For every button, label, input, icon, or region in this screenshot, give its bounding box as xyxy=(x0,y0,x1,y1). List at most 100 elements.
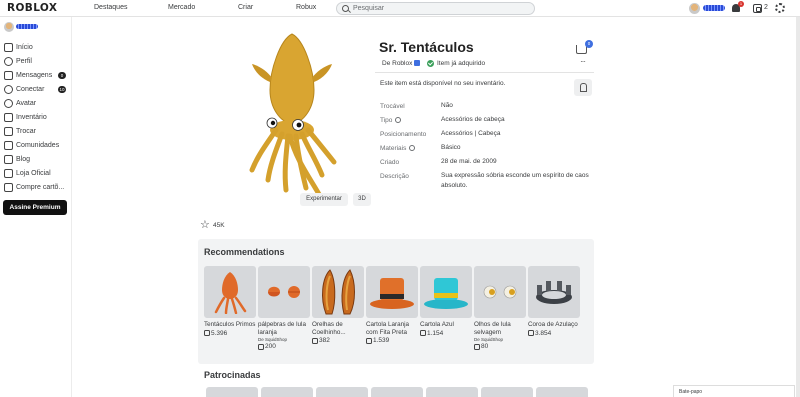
item-title: Sr. Tentáculos xyxy=(379,39,474,55)
try-on-button[interactable]: Experimentar xyxy=(300,193,348,206)
detail-value-placement[interactable]: Acessórios | Cabeça xyxy=(441,129,601,139)
detail-label-description: Descrição xyxy=(380,173,409,180)
sponsored-thumbnail[interactable] xyxy=(536,387,588,397)
detail-value-created: 28 de mai. de 2009 xyxy=(441,158,497,165)
sidebar-item-profile[interactable]: Perfil xyxy=(4,55,70,67)
sponsored-thumbnail[interactable] xyxy=(481,387,533,397)
nav-marketplace[interactable]: Mercado xyxy=(168,4,195,11)
robux-icon xyxy=(204,330,210,336)
info-icon[interactable] xyxy=(409,145,416,151)
rec-creator[interactable]: De SquidShop xyxy=(474,337,526,342)
detail-value-type[interactable]: Acessórios de cabeça xyxy=(441,115,601,125)
robux-icon xyxy=(474,343,480,350)
sponsored-thumbnail[interactable] xyxy=(261,387,313,397)
sponsored-thumbnail[interactable] xyxy=(206,387,258,397)
sidebar-item-gift-cards[interactable]: Compre cartõ... xyxy=(4,181,70,193)
sponsored-thumbnail[interactable] xyxy=(316,387,368,397)
rec-thumbnail[interactable] xyxy=(474,266,526,318)
robux-icon xyxy=(366,337,372,344)
sidebar-item-communities[interactable]: Comunidades xyxy=(4,139,70,151)
owned-label: Item já adquirido xyxy=(437,60,486,67)
rec-thumbnail[interactable] xyxy=(312,266,364,318)
rec-card[interactable]: Cartola Azul 1.154 xyxy=(420,266,472,354)
sidebar-item-label: Inventário xyxy=(16,113,47,121)
premium-button[interactable]: Assine Premium xyxy=(3,200,67,215)
sidebar-item-store[interactable]: Loja Oficial xyxy=(4,167,70,179)
detail-label-created: Criado xyxy=(380,159,400,166)
more-options-icon[interactable]: ··· xyxy=(580,57,586,66)
rec-card[interactable]: Tentáculos Primos 5.396 xyxy=(204,266,256,354)
sidebar-item-avatar[interactable]: Avatar xyxy=(4,97,70,109)
sidebar-item-label: Perfil xyxy=(16,57,32,65)
robux-balance[interactable]: 2 xyxy=(764,4,768,11)
sidebar-username-redacted[interactable] xyxy=(16,24,38,29)
rec-price-value: 382 xyxy=(319,337,330,344)
rec-card[interactable]: Coroa de Azulaço 3.854 xyxy=(528,266,580,354)
item-creator: De Roblox xyxy=(382,60,421,67)
sidebar-item-blog[interactable]: Blog xyxy=(4,153,70,165)
sidebar-item-trade[interactable]: Trocar xyxy=(4,125,70,137)
rec-card[interactable]: Cartola Laranja com Fita Preta 1.539 xyxy=(366,266,418,354)
nav-create[interactable]: Criar xyxy=(238,4,253,11)
favorite-star-icon[interactable]: ☆ xyxy=(200,220,210,231)
page-scrollbar[interactable] xyxy=(796,17,800,397)
sidebar-avatar[interactable] xyxy=(4,22,14,32)
rec-thumbnail[interactable] xyxy=(204,266,256,318)
sidebar-item-label: Início xyxy=(16,43,33,51)
connect-badge: 10 xyxy=(58,85,66,93)
detail-value-description: Sua expressão sóbria esconde um espírito… xyxy=(441,172,589,189)
detail-label-text: Materiais xyxy=(380,145,407,152)
sponsored-thumbnail[interactable] xyxy=(426,387,478,397)
messages-badge: 0 xyxy=(58,71,66,79)
chat-tab[interactable]: Bate-papo xyxy=(673,385,795,397)
trade-icon xyxy=(4,126,13,136)
detail-label-type: Tipo xyxy=(380,117,402,124)
rec-name[interactable]: Tentáculos Primos xyxy=(204,321,256,329)
share-button[interactable] xyxy=(574,79,592,96)
rec-card[interactable]: Olhos de lula selvagem De SquidShop 80 xyxy=(474,266,526,354)
robux-icon[interactable] xyxy=(753,4,762,13)
rec-card[interactable]: Orelhas de Coelhinho... 382 xyxy=(312,266,364,354)
rec-thumbnail[interactable] xyxy=(366,266,418,318)
search-input[interactable]: Pesquisar xyxy=(336,2,535,15)
sidebar-item-connect[interactable]: Conectar 10 xyxy=(4,83,70,95)
nav-featured[interactable]: Destaques xyxy=(94,4,127,11)
info-icon[interactable] xyxy=(395,117,402,123)
rec-price: 1.539 xyxy=(366,337,418,344)
rec-name[interactable]: Cartola Azul xyxy=(420,321,472,329)
roblox-logo[interactable]: ROBLOX xyxy=(7,2,57,14)
robux-icon xyxy=(528,330,534,336)
settings-gear-icon[interactable] xyxy=(775,3,785,13)
blog-icon xyxy=(4,154,13,164)
creator-link[interactable]: Roblox xyxy=(392,60,412,67)
rec-card[interactable]: pálpebras de lula laranja De SquidShop 2… xyxy=(258,266,310,354)
top-bar: ROBLOX Destaques Mercado Criar Robux Pes… xyxy=(0,0,800,17)
rec-name[interactable]: Olhos de lula selvagem xyxy=(474,321,526,336)
rec-creator[interactable]: De SquidShop xyxy=(258,337,310,342)
rec-price-value: 3.854 xyxy=(535,329,552,337)
detail-value-materials: Básico xyxy=(441,144,461,151)
sponsored-thumbnail[interactable] xyxy=(371,387,423,397)
rec-price-value: 80 xyxy=(481,343,489,350)
nav-robux[interactable]: Robux xyxy=(296,4,316,11)
view-3d-button[interactable]: 3D xyxy=(353,193,371,206)
username-redacted[interactable] xyxy=(703,5,725,11)
detail-label-tradable: Trocável xyxy=(380,103,405,110)
rec-price: 5.396 xyxy=(204,330,256,337)
rec-name[interactable]: Coroa de Azulaço xyxy=(528,321,580,329)
rec-price-value: 1.539 xyxy=(373,337,390,344)
rec-name[interactable]: Cartola Laranja com Fita Preta xyxy=(366,321,418,336)
rec-name[interactable]: Orelhas de Coelhinho... xyxy=(312,321,364,336)
rec-price-value: 1.154 xyxy=(427,329,444,337)
rec-thumbnail[interactable] xyxy=(258,266,310,318)
rec-name[interactable]: pálpebras de lula laranja xyxy=(258,321,310,336)
sidebar-item-inventory[interactable]: Inventário xyxy=(4,111,70,123)
inventory-icon xyxy=(4,112,13,122)
rec-price-value: 5.396 xyxy=(211,329,228,337)
user-avatar[interactable] xyxy=(689,3,700,14)
sidebar-item-messages[interactable]: Mensagens 0 xyxy=(4,69,70,81)
rec-thumbnail[interactable] xyxy=(528,266,580,318)
rec-thumbnail[interactable] xyxy=(420,266,472,318)
sidebar-item-home[interactable]: Início xyxy=(4,41,70,53)
sidebar-item-label: Blog xyxy=(16,155,31,163)
